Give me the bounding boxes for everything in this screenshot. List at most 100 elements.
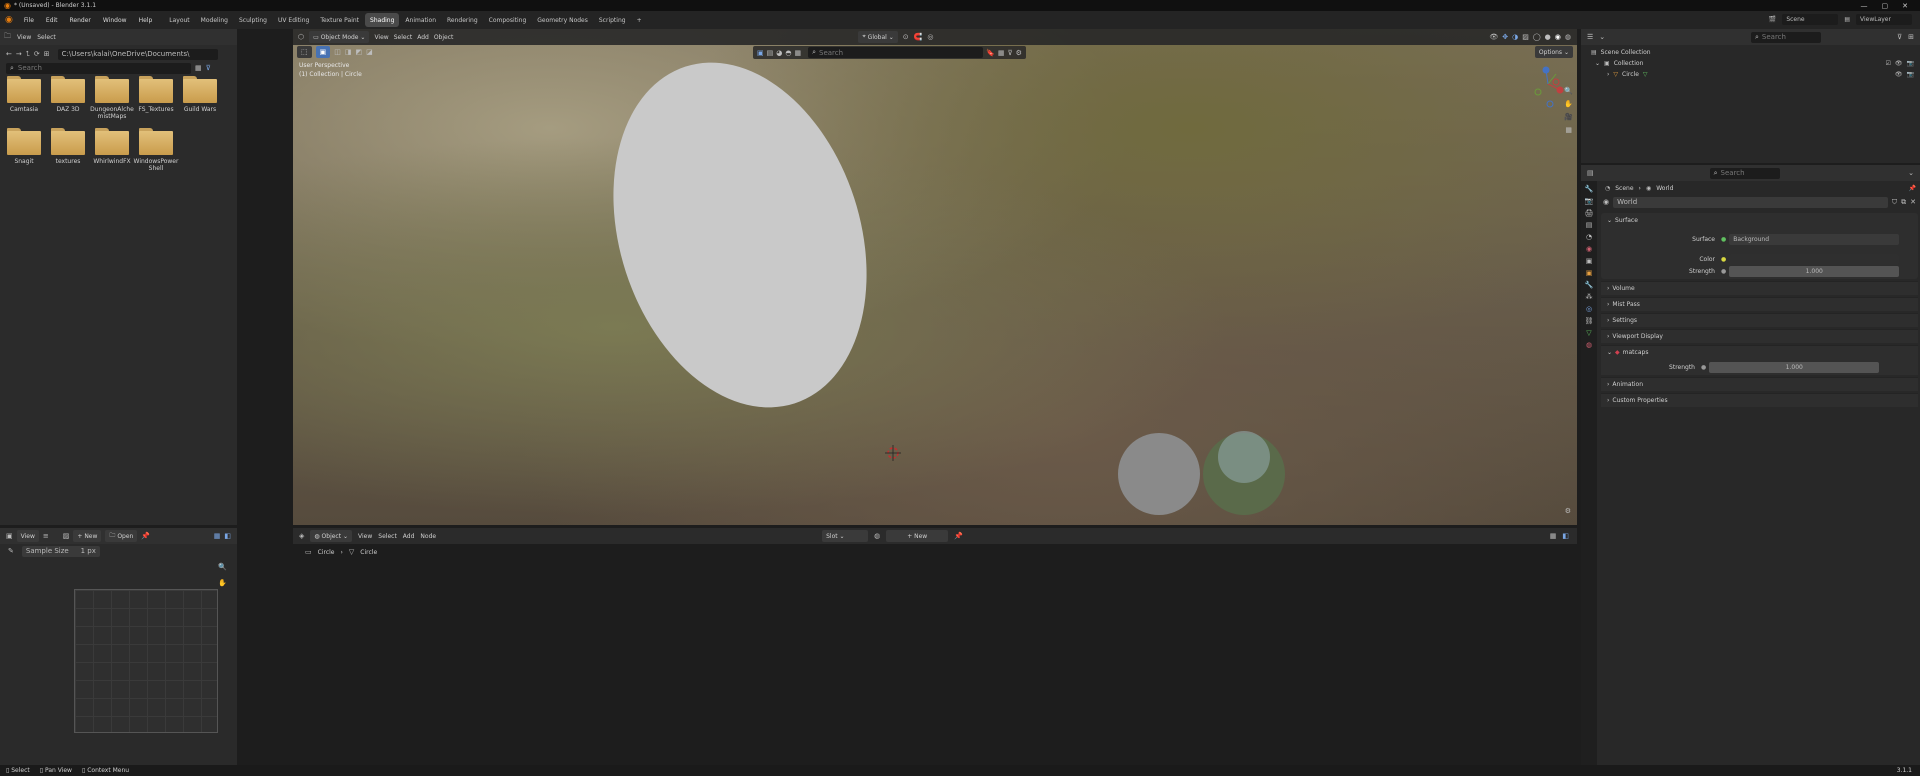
scene-icon[interactable]: 🎬 [1769,16,1776,23]
camera-icon[interactable]: 📷 [1907,71,1914,78]
camera-icon[interactable]: 📷 [1907,60,1914,67]
view-layer-icon[interactable]: ▤ [1844,16,1850,23]
menu-icon[interactable]: ≡ [43,532,49,540]
open-image-button[interactable]: 🗀 Open [105,530,138,542]
display-mode-icon[interactable]: ⌄ [1599,33,1605,41]
checkbox-icon[interactable]: ☑ [1886,60,1891,67]
data-tab-icon[interactable]: ▽ [1586,329,1591,337]
world-tab-icon[interactable]: ◉ [1586,245,1592,253]
zoom-icon[interactable]: 🔍 [218,563,227,571]
folder-item[interactable]: textures [46,128,90,172]
editor-type-icon[interactable]: ▣ [6,532,13,540]
shader-node-editor[interactable]: ◈ ◍ Object ⌄ View Select Add Node Slot ⌄… [293,528,1577,765]
mist-pass-section[interactable]: › Mist Pass [1601,297,1918,311]
modifier-tab-icon[interactable]: 🔧 [1585,281,1594,289]
folder-item[interactable]: Camtasia [2,76,46,120]
refresh-icon[interactable]: ⟳ [34,50,40,58]
back-icon[interactable]: ← [6,50,12,58]
hand-pan-icon[interactable]: ✋ [218,579,227,587]
eye-icon[interactable]: 👁 [1895,71,1903,78]
snap-node-icon[interactable]: ▦ [1550,532,1557,540]
scene-tab-icon[interactable]: ◔ [1586,233,1592,241]
tab-sculpting[interactable]: Sculpting [234,13,272,27]
outliner-search-input[interactable]: ⌕ Search [1751,31,1821,43]
volume-section[interactable]: › Volume [1601,281,1918,295]
folder-item[interactable]: DAZ 3D [46,76,90,120]
display-mode-icon[interactable]: ▦ [195,64,202,72]
image-view-menu[interactable]: View [16,530,39,542]
navigation-gizmo[interactable] [1534,66,1564,108]
tab-uv-editing[interactable]: UV Editing [273,13,314,27]
world-browse-icon[interactable]: ◉ [1603,198,1609,206]
node-menu-add[interactable]: Add [403,533,415,540]
folder-item[interactable]: Guild Wars [178,76,222,120]
slot-dropdown[interactable]: Slot ⌄ [822,530,869,542]
breadcrumb-object[interactable]: Circle [318,549,335,556]
filter-icon[interactable]: ⊽ [206,64,211,72]
unlink-icon[interactable]: ✕ [1910,198,1916,206]
display-channels-icon[interactable]: ◧ [224,532,231,540]
menu-edit[interactable]: Edit [40,17,64,24]
hand-pan-icon[interactable]: ✋ [1564,100,1573,108]
tab-texture-paint[interactable]: Texture Paint [315,13,364,27]
backdrop-icon[interactable]: ◧ [1562,532,1569,540]
expand-arrow-icon[interactable]: › [1607,71,1609,78]
pin-icon[interactable]: 📌 [954,532,963,540]
menu-help[interactable]: Help [133,17,159,24]
menu-render[interactable]: Render [64,17,97,24]
editor-type-icon[interactable]: ◈ [299,532,304,540]
image-browse-icon[interactable]: ▨ [63,532,70,540]
addon-strength-field[interactable]: 1.000 [1709,361,1880,373]
material-browse-icon[interactable]: ◍ [874,532,880,540]
pin-icon[interactable]: 📌 [141,532,150,540]
3d-viewport[interactable]: ⬡ ▭ Object Mode ⌄ View Select Add Object… [293,29,1577,525]
surface-panel-header[interactable]: ⌄ Surface [1601,213,1918,227]
collection-tab-icon[interactable]: ▣ [1586,257,1593,265]
zoom-icon[interactable]: 🔍 [1564,87,1573,95]
tab-shading[interactable]: Shading [365,13,400,27]
tab-scripting[interactable]: Scripting [594,13,631,27]
file-menu-view[interactable]: View [17,34,31,41]
duplicate-icon[interactable]: ⧉ [1901,198,1906,207]
3d-cursor-icon[interactable] [885,445,901,461]
editor-type-icon[interactable]: 🗀 [4,32,11,43]
editor-type-icon[interactable]: ▤ [1587,169,1594,177]
file-search-input[interactable]: ⌕ Search [6,62,191,74]
tab-layout[interactable]: Layout [164,13,194,27]
color-field[interactable] [1729,253,1900,265]
expand-arrow-icon[interactable]: ⌄ [1595,60,1600,67]
blender-menu-icon[interactable]: ◉ [0,15,18,25]
menu-window[interactable]: Window [97,17,133,24]
material-tab-icon[interactable]: ◍ [1586,341,1592,349]
directory-path-field[interactable]: C:\Users\kalai\OneDrive\Documents\ [57,48,218,60]
constraints-tab-icon[interactable]: ⛓ [1585,317,1594,325]
scene-selector[interactable]: Scene [1782,14,1839,25]
properties-search-input[interactable]: ⌕ Search [1709,167,1780,179]
render-tab-icon[interactable]: 📷 [1585,197,1594,205]
view-layer-selector[interactable]: ViewLayer [1856,14,1912,25]
preview-settings-icon[interactable]: ⚙ [1565,507,1571,515]
world-name-field[interactable]: World [1613,196,1888,208]
image-canvas-grid[interactable] [74,589,218,733]
circle-mesh[interactable] [571,30,909,441]
eyedropper-icon[interactable]: ✎ [8,547,14,555]
tab-animation[interactable]: Animation [400,13,441,27]
folder-item[interactable]: FS_Textures [134,76,178,120]
node-menu-select[interactable]: Select [378,533,397,540]
shader-type-dropdown[interactable]: ◍ Object ⌄ [310,530,353,542]
custom-properties-section[interactable]: › Custom Properties [1601,393,1918,407]
maximize-icon[interactable]: ▢ [1882,2,1889,10]
close-icon[interactable]: ✕ [1902,2,1908,10]
tab-modeling[interactable]: Modeling [196,13,233,27]
folder-item[interactable]: DungeonAlchemistMaps [90,76,134,120]
sample-size-field[interactable]: Sample Size 1 px [21,545,100,557]
eye-icon[interactable]: 👁 [1895,60,1903,67]
fake-user-icon[interactable]: ⛉ [1892,198,1897,207]
folder-item[interactable]: Snagit [2,128,46,172]
strength-field[interactable]: 1.000 [1729,265,1900,277]
tool-tab-icon[interactable]: 🔧 [1585,185,1594,193]
new-material-button[interactable]: + New [886,530,949,542]
options-chevron-icon[interactable]: ⌄ [1908,169,1914,177]
filter-icon[interactable]: ⊽ [1897,33,1902,41]
settings-section[interactable]: › Settings [1601,313,1918,327]
